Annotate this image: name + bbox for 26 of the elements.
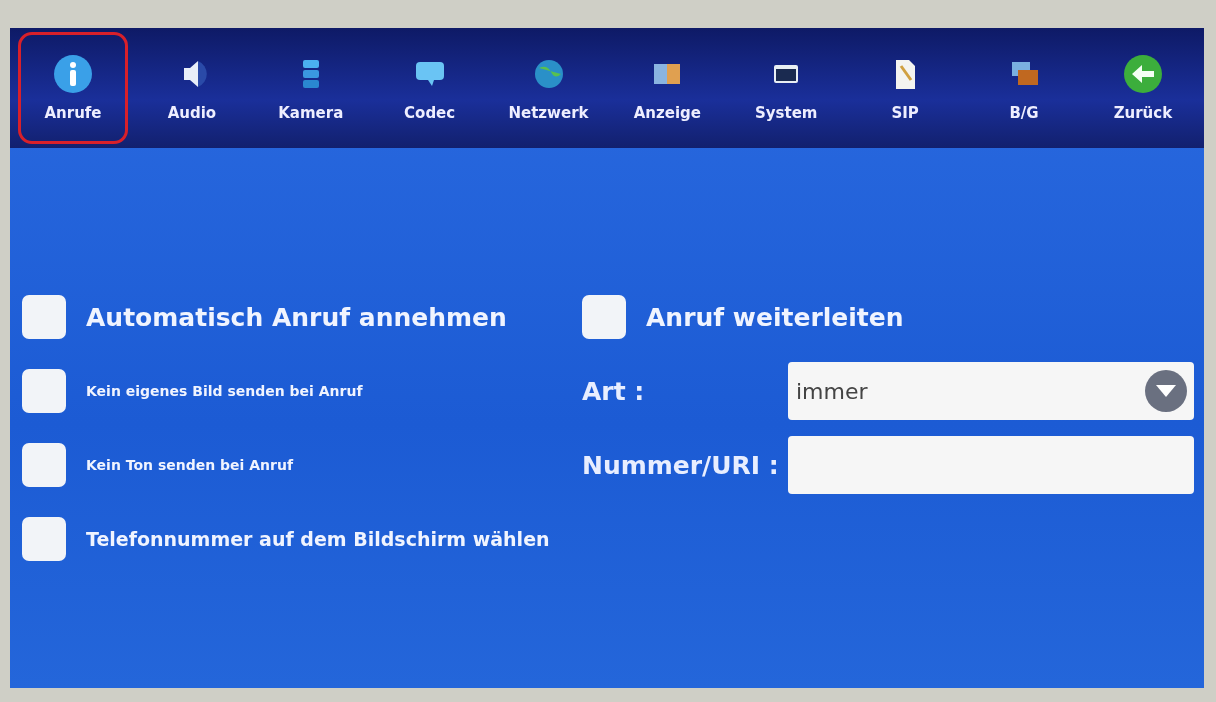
checkbox[interactable] <box>22 443 66 487</box>
checkbox-label: Kein eigenes Bild senden bei Anruf <box>86 383 363 399</box>
toolbar-tab[interactable]: B/G <box>969 32 1079 144</box>
field-label: Art : <box>582 376 646 406</box>
checkbox-label: Kein Ton senden bei Anruf <box>86 457 293 473</box>
toolbar-tab[interactable]: System <box>731 32 842 144</box>
checkbox-label: Telefonnummer auf dem Bildschirm wählen <box>86 528 550 550</box>
toolbar-tab[interactable]: Netzwerk <box>493 32 604 144</box>
input-field[interactable] <box>788 436 1194 494</box>
toolbar-tab[interactable]: Codec <box>374 32 485 144</box>
field-label: Nummer/URI : <box>582 450 780 480</box>
toolbar-tab[interactable]: Audio <box>136 32 247 144</box>
checkbox[interactable] <box>22 517 66 561</box>
checkbox-label: Anruf weiterleiten <box>646 302 904 332</box>
toolbar-tab[interactable]: Zurück <box>1087 32 1198 144</box>
toolbar-tab[interactable]: Anzeige <box>612 32 723 144</box>
checkbox[interactable] <box>22 369 66 413</box>
checkbox[interactable] <box>582 295 626 339</box>
checkbox-label: Automatisch Anruf annehmen <box>86 302 507 332</box>
info-icon <box>53 54 93 94</box>
toolbar-tab[interactable]: Kamera <box>255 32 366 144</box>
checkbox[interactable] <box>22 295 66 339</box>
dropdown-caret-icon <box>1144 369 1188 413</box>
dropdown[interactable]: immer <box>788 362 1194 420</box>
toolbar-tab[interactable]: SIP <box>850 32 961 144</box>
toolbar-tab[interactable]: Anrufe <box>18 32 128 144</box>
